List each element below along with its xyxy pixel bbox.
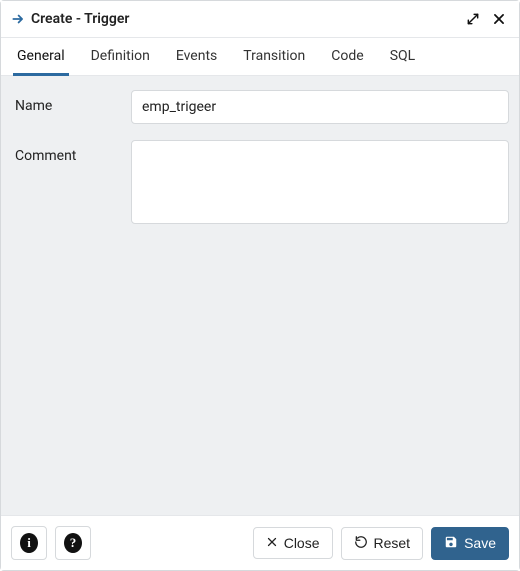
comment-input[interactable] xyxy=(131,140,509,224)
close-button[interactable]: Close xyxy=(253,527,333,559)
dialog-footer: i ? Close Reset Save xyxy=(1,515,519,570)
form-row-name: Name xyxy=(11,90,509,124)
titlebar: Create - Trigger xyxy=(1,1,519,38)
tab-sql[interactable]: SQL xyxy=(386,38,419,76)
x-icon xyxy=(266,535,278,551)
expand-icon[interactable] xyxy=(463,9,483,29)
help-button[interactable]: ? xyxy=(55,526,91,560)
info-icon: i xyxy=(20,533,38,553)
reset-button-label: Reset xyxy=(374,535,411,551)
save-button[interactable]: Save xyxy=(431,527,509,560)
comment-label: Comment xyxy=(11,140,131,164)
arrow-right-icon xyxy=(11,12,25,26)
dialog-body: Name Comment xyxy=(1,76,519,515)
tab-general[interactable]: General xyxy=(13,38,69,76)
reset-icon xyxy=(354,535,368,552)
tab-bar: General Definition Events Transition Cod… xyxy=(1,38,519,76)
tab-definition[interactable]: Definition xyxy=(87,38,154,76)
tab-events[interactable]: Events xyxy=(172,38,221,76)
close-button-label: Close xyxy=(284,535,320,551)
help-icon: ? xyxy=(64,533,82,553)
save-icon xyxy=(444,535,458,552)
info-button[interactable]: i xyxy=(11,526,47,560)
close-icon[interactable] xyxy=(489,9,509,29)
reset-button[interactable]: Reset xyxy=(341,527,424,560)
form-row-comment: Comment xyxy=(11,140,509,228)
dialog-title: Create - Trigger xyxy=(31,11,129,27)
tab-code[interactable]: Code xyxy=(327,38,367,76)
create-trigger-dialog: Create - Trigger General Definition Even… xyxy=(0,0,520,571)
save-button-label: Save xyxy=(464,535,496,551)
tab-transition[interactable]: Transition xyxy=(239,38,309,76)
name-input[interactable] xyxy=(131,90,509,124)
name-label: Name xyxy=(11,90,131,114)
